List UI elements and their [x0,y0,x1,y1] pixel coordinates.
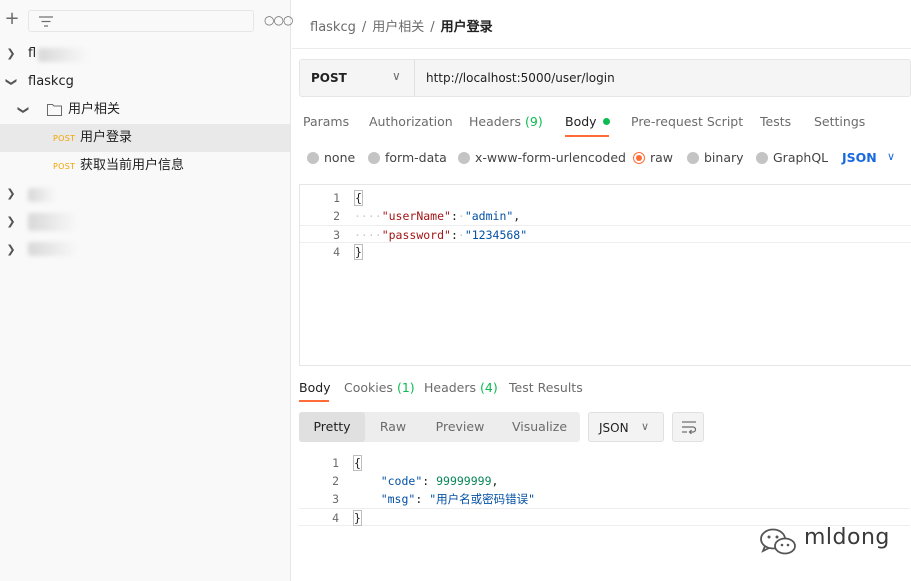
blurred-text [28,213,78,231]
tab-response-body[interactable]: Body [299,380,331,395]
chevron-right-icon: ❯ [6,187,16,200]
request-panel: flaskcg / 用户相关 / 用户登录 POST ∨ http://localhos… [292,0,911,581]
blurred-text [28,242,78,256]
response-body-viewer[interactable]: 1 { 2 "code": 99999999, 3 "msg": "用户名或密码… [299,454,911,534]
view-pretty[interactable]: Pretty [299,412,365,442]
active-tab-indicator [565,135,609,137]
code-line: 3 ····"password":·"1234568" [300,225,911,243]
url-bar: POST ∨ http://localhost:5000/user/login [299,59,911,97]
tab-body[interactable]: Body [565,114,610,129]
tab-settings[interactable]: Settings [814,114,865,129]
sidebar-toolbar: + ○○○ [0,0,293,42]
blurred-text [28,188,56,202]
collection-item-blurred-2[interactable]: ❯ [0,180,290,208]
tab-pre-request-script[interactable]: Pre-request Script [631,114,743,129]
code-line: 2 "code": 99999999, [332,474,499,488]
radio-form-data[interactable] [368,152,380,164]
method-badge: POST [53,162,76,171]
collection-item-blurred-1[interactable]: ❯ fl [0,40,290,68]
wechat-icon [760,528,796,555]
filter-icon [39,16,53,27]
url-input[interactable]: http://localhost:5000/user/login [426,71,615,85]
breadcrumb: flaskcg / 用户相关 / 用户登录 [310,20,493,35]
view-raw[interactable]: Raw [365,412,421,442]
more-options-icon[interactable]: ○○○ [264,13,293,27]
code-line: 2 ····"userName":·"admin", [333,209,521,223]
request-item-current-user[interactable]: POST 获取当前用户信息 [0,152,290,180]
folder-item-user[interactable]: ❯ 用户相关 [0,96,290,124]
request-item-login[interactable]: POST 用户登录 [0,124,290,152]
chevron-down-icon: ∨ [641,420,650,433]
tab-params[interactable]: Params [303,114,349,129]
view-mode-tabs: Pretty Raw Preview Visualize [299,412,580,442]
method-badge: POST [53,134,76,143]
sidebar: + ○○○ ❯ fl ❯ flaskcg ❯ 用户相关 POST 用户登录 PO… [0,0,293,581]
collection-item-blurred-4[interactable]: ❯ [0,236,290,264]
tab-cookies[interactable]: Cookies (1) [344,380,415,395]
folder-icon [47,104,62,116]
filter-input[interactable] [28,10,254,32]
request-body-editor[interactable]: 1 { 2 ····"userName":·"admin", 3 ····"pa… [299,184,911,366]
tab-test-results[interactable]: Test Results [509,380,583,395]
response-format-select[interactable]: JSON ∨ [588,412,664,442]
view-visualize[interactable]: Visualize [499,412,580,442]
radio-none[interactable] [307,152,319,164]
chevron-right-icon: ❯ [6,215,16,228]
wrap-lines-button[interactable] [672,412,704,442]
radio-graphql[interactable] [756,152,768,164]
tab-tests[interactable]: Tests [760,114,791,129]
collection-item-flaskcg[interactable]: ❯ flaskcg [0,68,290,96]
chevron-down-icon: ❯ [5,77,18,87]
chevron-right-icon: ❯ [6,243,16,256]
method-select[interactable]: POST ∨ [300,60,415,96]
tab-response-headers[interactable]: Headers (4) [424,380,498,395]
radio-x-www-form-urlencoded[interactable] [458,152,470,164]
code-line: 1 { [333,190,363,206]
collection-item-blurred-3[interactable]: ❯ [0,208,290,236]
code-line: 3 "msg": "用户名或密码错误" [332,492,536,506]
active-tab-indicator [299,400,329,402]
breadcrumb-collection[interactable]: flaskcg [310,20,356,35]
breadcrumb-request[interactable]: 用户登录 [441,20,493,35]
modified-dot-icon [602,118,610,125]
chevron-right-icon: ❯ [6,47,16,60]
chevron-down-icon: ∨ [887,150,896,163]
radio-raw[interactable] [633,152,645,164]
view-preview[interactable]: Preview [421,412,499,442]
radio-binary[interactable] [687,152,699,164]
chevron-down-icon: ∨ [392,69,401,83]
divider [292,48,911,49]
plus-icon[interactable]: + [4,10,20,28]
code-line: 4 } [333,244,363,260]
code-line: 1 { [332,455,362,471]
blurred-text [38,48,88,62]
chevron-down-icon: ❯ [17,105,30,115]
body-format-select[interactable]: JSON [842,150,877,165]
wrap-lines-icon [682,421,697,434]
breadcrumb-folder[interactable]: 用户相关 [372,20,424,35]
tab-headers[interactable]: Headers (9) [469,114,543,129]
watermark: mldong [758,523,898,559]
tab-authorization[interactable]: Authorization [369,114,453,129]
